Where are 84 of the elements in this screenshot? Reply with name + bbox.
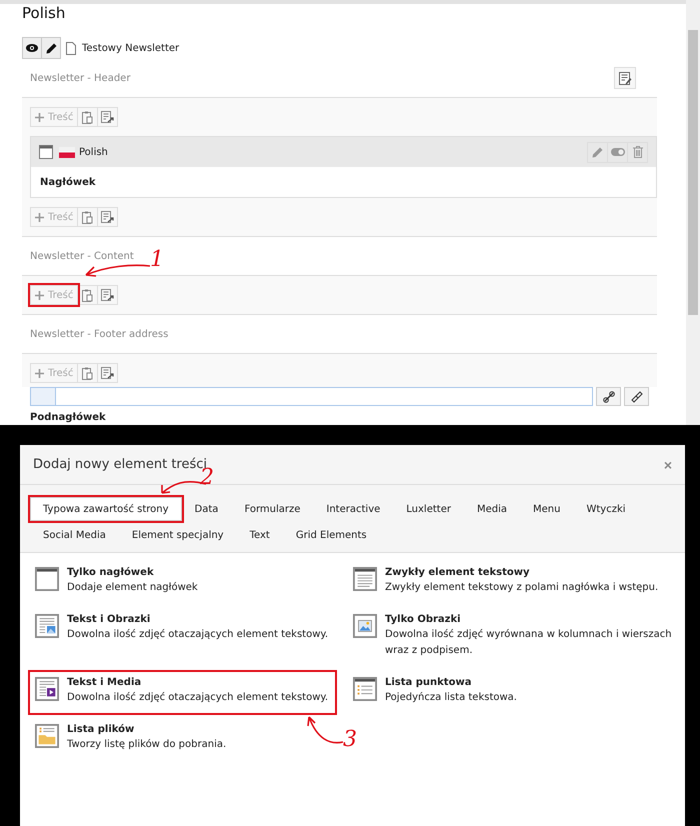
- item-title: Tekst i Obrazki: [67, 614, 152, 625]
- tab[interactable]: Data: [182, 497, 232, 521]
- image-icon: [353, 614, 377, 638]
- visibility-toggle[interactable]: [607, 142, 628, 162]
- plus-icon: [35, 112, 44, 122]
- header-element-icon: [39, 145, 53, 159]
- text-media-icon: [35, 677, 59, 701]
- item-description: Dowolna ilość zdjęć otaczających element tekstowy.: [67, 628, 328, 642]
- text-image-icon: [35, 614, 59, 638]
- document-icon: [66, 42, 76, 54]
- item-title: Lista plików: [67, 724, 136, 735]
- tab[interactable]: Typowa zawartość strony: [30, 497, 182, 521]
- item-title: Tekst i Media: [67, 677, 142, 688]
- edit-column-button[interactable]: [614, 67, 636, 89]
- text-element-icon: [353, 567, 377, 591]
- item-title: Zwykły element tekstowy: [385, 567, 531, 578]
- annotation-number: 1: [150, 249, 164, 271]
- tab[interactable]: Menu: [520, 497, 574, 521]
- paste-button[interactable]: [77, 207, 98, 227]
- tab[interactable]: Text: [236, 523, 283, 547]
- pencil-icon: [46, 42, 56, 54]
- plus-icon: [35, 368, 44, 378]
- link-icon: [602, 390, 615, 402]
- reference-button[interactable]: [97, 285, 118, 305]
- record-title: Testowy Newsletter: [82, 42, 180, 54]
- pencil-icon: [592, 146, 603, 158]
- item-description: Tworzy listę plików do pobrania.: [67, 738, 226, 752]
- field-label: Podnagłówek: [30, 412, 107, 423]
- item-description: Pojedyńcza lista tekstowa.: [385, 691, 517, 705]
- scrollbar[interactable]: [686, 0, 700, 425]
- link-icon: [630, 390, 643, 402]
- annotation-number: 3: [343, 729, 357, 751]
- tab[interactable]: Media: [464, 497, 520, 521]
- bullet-list-icon: [353, 677, 377, 701]
- page-title: Polish: [22, 4, 66, 24]
- content-type-item[interactable]: Tylko Obrazki Dowolna ilość zdjęć wyrównana w kolumnach i wierszach wraz z podpisem.: [351, 612, 681, 663]
- clipboard-icon: [82, 210, 94, 224]
- section-title: Newsletter - Content: [30, 250, 134, 262]
- item-description: Dowolna ilość zdjęć wyrównana w kolumnach i wierszach wraz z podpisem.: [385, 628, 673, 658]
- content-type-item[interactable]: Lista punktowa Pojedyńcza lista tekstowa.: [351, 675, 521, 710]
- content-type-item[interactable]: Zwykły element tekstowy Zwykły element tekstowy z polami nagłówka i wstępu.: [351, 565, 662, 600]
- unlink-button[interactable]: [624, 387, 649, 406]
- element-header: Nagłówek: [40, 176, 96, 188]
- tab[interactable]: Luxletter: [393, 497, 464, 521]
- plus-icon: [35, 212, 44, 222]
- folder-list-icon: [35, 724, 59, 748]
- item-description: Zwykły element tekstowy z polami nagłówka i wstępu.: [385, 581, 658, 595]
- content-type-item[interactable]: Lista plików Tworzy listę plików do pobrania.: [33, 722, 230, 757]
- reference-button[interactable]: [97, 107, 118, 127]
- tab[interactable]: Grid Elements: [282, 523, 380, 547]
- reference-button[interactable]: [97, 207, 118, 227]
- clipboard-icon: [82, 288, 94, 302]
- content-type-item[interactable]: Tekst i Media Dowolna ilość zdjęć otaczających element tekstowy.: [33, 675, 332, 710]
- content-type-item[interactable]: Tylko nagłówek Dodaje element nagłówek: [33, 565, 202, 600]
- view-button[interactable]: [22, 37, 42, 59]
- item-description: Dowolna ilość zdjęć otaczających element tekstowy.: [67, 691, 328, 705]
- tab[interactable]: Formularze: [231, 497, 314, 521]
- edit-button[interactable]: [41, 37, 61, 59]
- language-label: Polish: [79, 146, 108, 158]
- section-title: Newsletter - Footer address: [30, 328, 168, 340]
- paste-button[interactable]: [77, 363, 98, 383]
- section-title: Newsletter - Header: [30, 72, 130, 84]
- item-title: Tylko Obrazki: [385, 614, 462, 625]
- tab[interactable]: Element specjalny: [118, 523, 237, 547]
- trash-icon: [632, 146, 642, 158]
- clipboard-icon: [82, 366, 94, 380]
- content-type-item[interactable]: Tekst i Obrazki Dowolna ilość zdjęć otaczających element tekstowy.: [33, 612, 332, 663]
- item-title: Lista punktowa: [385, 677, 472, 688]
- plus-icon: [35, 290, 44, 300]
- link-wizard-button[interactable]: [596, 387, 622, 406]
- tab[interactable]: Wtyczki: [573, 497, 639, 521]
- eye-icon: [26, 44, 38, 52]
- tab[interactable]: Interactive: [313, 497, 394, 521]
- paste-button[interactable]: [77, 107, 98, 127]
- header-element-icon: [35, 567, 59, 591]
- flag-icon: [59, 146, 75, 158]
- item-description: Dodaje element nagłówek: [67, 581, 198, 595]
- tab[interactable]: Social Media: [30, 523, 119, 547]
- edit-page-icon: [618, 72, 632, 84]
- toggle-icon: [610, 148, 624, 156]
- clipboard-icon: [82, 110, 94, 124]
- input-field[interactable]: [30, 387, 594, 406]
- reference-button[interactable]: [97, 363, 118, 383]
- item-title: Tylko nagłówek: [67, 567, 155, 578]
